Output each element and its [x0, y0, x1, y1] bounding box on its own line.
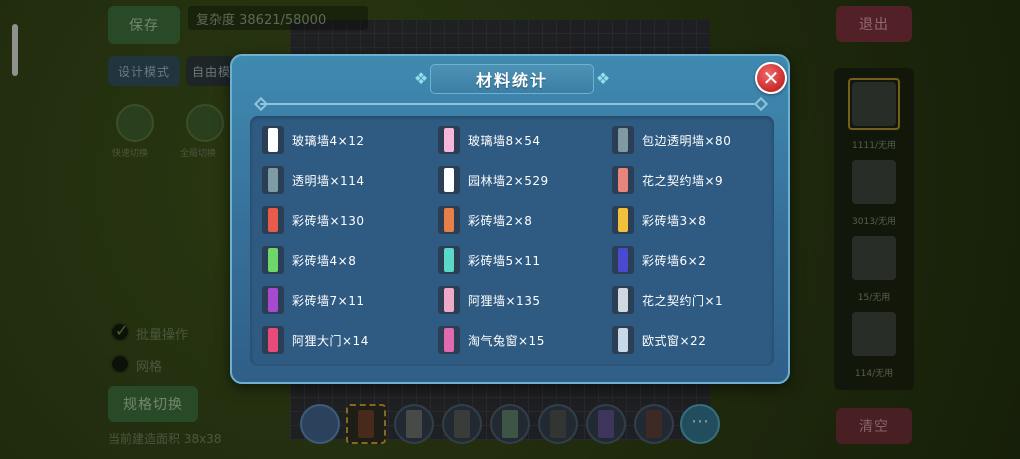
- material-swatch: [268, 328, 278, 352]
- material-label: 淘气兔窗×15: [468, 334, 545, 348]
- material-swatch: [618, 128, 628, 152]
- material-swatch: [618, 168, 628, 192]
- material-item: 透明墙×114: [262, 164, 432, 196]
- material-item: 彩砖墙5×11: [438, 244, 608, 276]
- color-brick-wall-blue-icon: [612, 246, 634, 274]
- garden-wall-icon: [438, 166, 460, 194]
- material-swatch: [268, 128, 278, 152]
- material-item: 彩砖墙6×2: [612, 244, 782, 276]
- material-swatch: [268, 288, 278, 312]
- material-label: 包边透明墙×80: [642, 134, 732, 148]
- glass-wall-icon: [262, 126, 284, 154]
- material-label: 玻璃墙4×12: [292, 134, 365, 148]
- glass-wall-pink-icon: [438, 126, 460, 154]
- material-label: 透明墙×114: [292, 174, 365, 188]
- material-label: 彩砖墙2×8: [468, 214, 533, 228]
- color-brick-wall-red-icon: [262, 206, 284, 234]
- material-label: 花之契约门×1: [642, 294, 724, 308]
- color-brick-wall-orange-icon: [438, 206, 460, 234]
- flower-contract-wall-icon: [612, 166, 634, 194]
- material-label: 欧式窗×22: [642, 334, 707, 348]
- material-swatch: [618, 248, 628, 272]
- material-item: 玻璃墙4×12: [262, 124, 432, 156]
- material-label: 彩砖墙3×8: [642, 214, 707, 228]
- material-label: 彩砖墙5×11: [468, 254, 541, 268]
- material-label: 彩砖墙4×8: [292, 254, 357, 268]
- material-swatch: [444, 248, 454, 272]
- dialog-title: 材料统计: [475, 71, 548, 90]
- color-brick-wall-yellow-icon: [612, 206, 634, 234]
- title-divider: [260, 103, 762, 105]
- color-brick-wall-cyan-icon: [438, 246, 460, 274]
- material-swatch: [618, 328, 628, 352]
- material-label: 彩砖墙6×2: [642, 254, 707, 268]
- close-button[interactable]: ✕: [755, 62, 787, 94]
- flower-contract-door-icon: [612, 286, 634, 314]
- ali-gate-icon: [262, 326, 284, 354]
- material-swatch: [444, 288, 454, 312]
- dialog-title-bar: ❖ ❖ 材料统计: [412, 64, 612, 94]
- material-label: 园林墙2×529: [468, 174, 549, 188]
- material-label: 玻璃墙8×54: [468, 134, 541, 148]
- title-ornament-right-icon: ❖: [595, 69, 611, 88]
- material-label: 阿狸大门×14: [292, 334, 369, 348]
- material-swatch: [268, 208, 278, 232]
- material-item: 花之契约门×1: [612, 284, 782, 316]
- material-item: 园林墙2×529: [438, 164, 608, 196]
- material-item: 花之契约墙×9: [612, 164, 782, 196]
- material-item: 彩砖墙7×11: [262, 284, 432, 316]
- material-stats-dialog: ❖ ❖ 材料统计 ✕ 玻璃墙4×12 玻璃墙8×54 包边透明墙×80 透明墙×114…: [230, 54, 790, 384]
- material-label: 彩砖墙×130: [292, 214, 365, 228]
- material-label: 阿狸墙×135: [468, 294, 541, 308]
- material-swatch: [444, 208, 454, 232]
- trim-transparent-wall-icon: [612, 126, 634, 154]
- color-brick-wall-green-icon: [262, 246, 284, 274]
- material-item: 彩砖墙×130: [262, 204, 432, 236]
- material-label: 彩砖墙7×11: [292, 294, 365, 308]
- close-icon: ✕: [762, 66, 780, 90]
- material-item: 阿狸大门×14: [262, 324, 432, 356]
- naughty-rabbit-window-icon: [438, 326, 460, 354]
- material-swatch: [444, 168, 454, 192]
- material-item: 淘气兔窗×15: [438, 324, 608, 356]
- title-ornament-left-icon: ❖: [413, 69, 429, 88]
- ali-wall-icon: [438, 286, 460, 314]
- color-brick-wall-purple-icon: [262, 286, 284, 314]
- material-swatch: [444, 128, 454, 152]
- material-item: 玻璃墙8×54: [438, 124, 608, 156]
- material-swatch: [444, 328, 454, 352]
- material-item: 彩砖墙2×8: [438, 204, 608, 236]
- material-swatch: [268, 168, 278, 192]
- material-list: 玻璃墙4×12 玻璃墙8×54 包边透明墙×80 透明墙×114 园林墙2×529 花之契…: [250, 116, 774, 366]
- material-item: 阿狸墙×135: [438, 284, 608, 316]
- european-window-icon: [612, 326, 634, 354]
- material-label: 花之契约墙×9: [642, 174, 724, 188]
- divider-ornament-icon: [753, 96, 769, 112]
- material-item: 包边透明墙×80: [612, 124, 782, 156]
- material-item: 彩砖墙4×8: [262, 244, 432, 276]
- material-item: 彩砖墙3×8: [612, 204, 782, 236]
- transparent-wall-icon: [262, 166, 284, 194]
- material-swatch: [268, 248, 278, 272]
- material-swatch: [618, 208, 628, 232]
- material-item: 欧式窗×22: [612, 324, 782, 356]
- material-swatch: [618, 288, 628, 312]
